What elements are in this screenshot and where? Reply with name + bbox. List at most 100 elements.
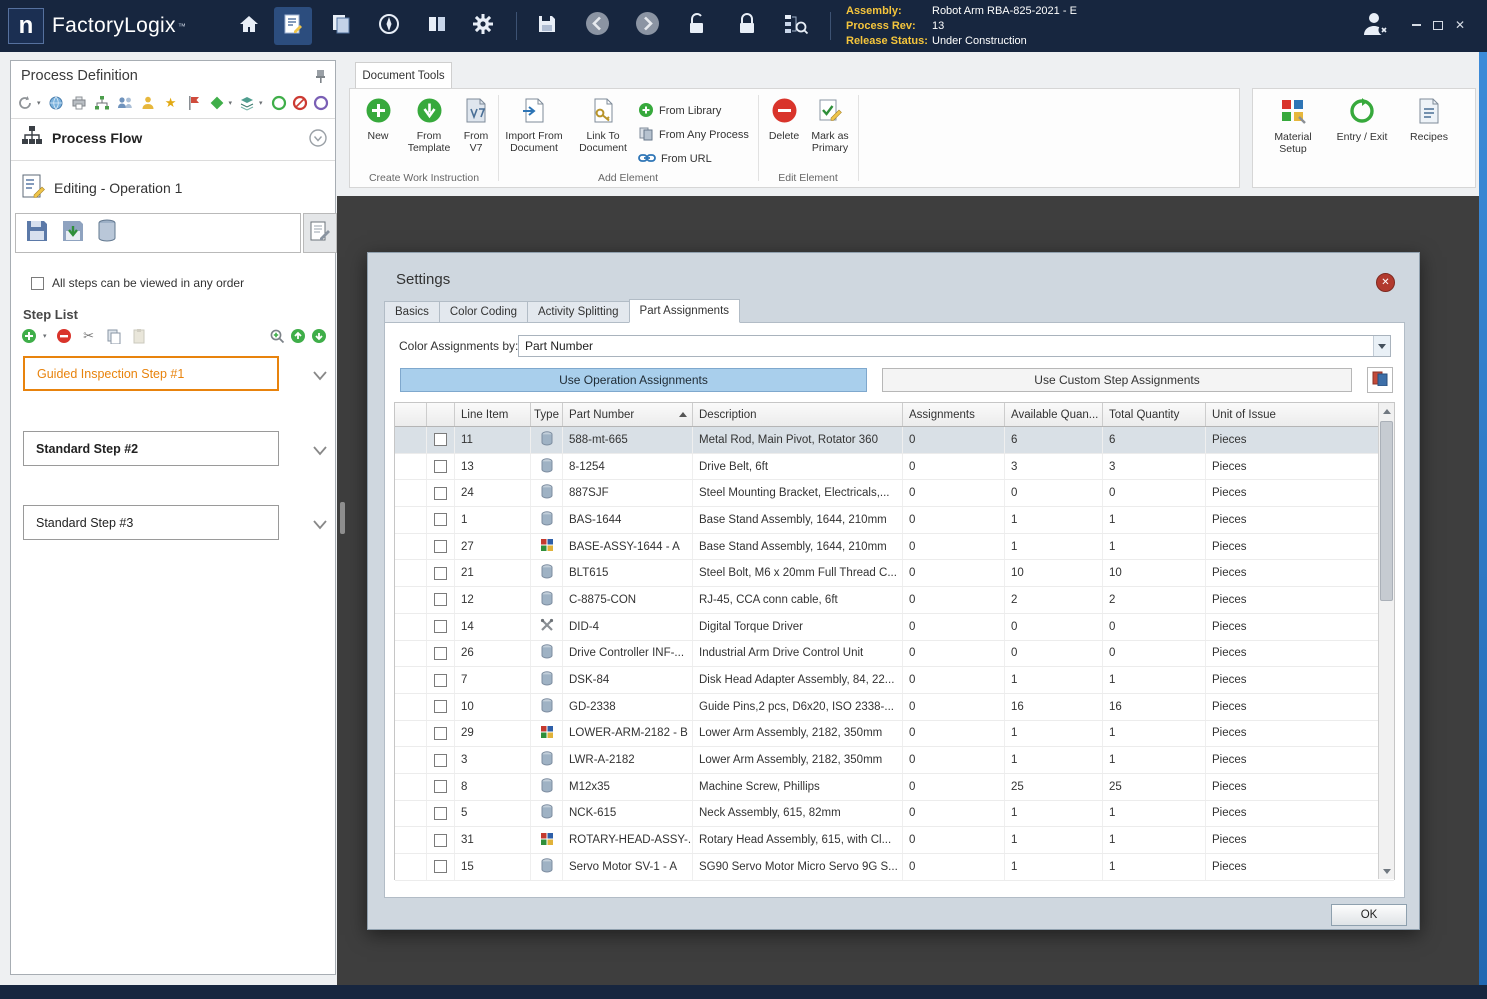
table-row[interactable]: 29 LOWER-ARM-2182 - B Lower Arm Assembly, … [395,720,1394,748]
person-icon[interactable] [140,95,156,111]
start-icon[interactable] [271,95,287,111]
remove-step-icon[interactable] [56,328,72,344]
table-row[interactable]: 21 BLT615 Steel Bolt, M6 x 20mm Full Threa… [395,560,1394,588]
link-to-document-button[interactable]: Link To Document [574,97,632,154]
step-card-standard-2[interactable]: Standard Step #2 [23,431,279,466]
table-row[interactable]: 11 588-mt-665 Metal Rod, Main Pivot, Rotat… [395,427,1394,454]
new-button[interactable]: New [358,97,398,142]
back-button[interactable] [578,7,616,45]
from-any-process-button[interactable]: From Any Process [638,125,749,145]
layers-dropdown-caret[interactable]: ▾ [259,99,263,107]
move-up-icon[interactable] [290,328,306,344]
color-assignments-dropdown[interactable]: Part Number [518,335,1391,357]
save-document-icon[interactable] [24,218,50,249]
table-row[interactable]: 8 M12x35 Machine Screw, Phillips 0 25 25 Piece… [395,773,1394,801]
flag-icon[interactable] [186,95,202,111]
step-expand-chevron-icon[interactable] [313,443,327,456]
globe-icon[interactable] [48,95,64,111]
tab-part-assignments[interactable]: Part Assignments [628,299,741,323]
table-row[interactable]: 7 DSK-84 Disk Head Adapter Assembly, 84, 2… [395,667,1394,694]
from-v7-button[interactable]: From V7 [458,97,494,154]
process-button[interactable] [322,7,360,45]
process-flow-header[interactable]: Process Flow [21,125,142,151]
row-checkbox[interactable] [434,780,447,794]
work-instructions-button[interactable] [274,7,312,45]
table-row[interactable]: 14 DID-4 Digital Torque Driver 0 0 0 Pieces [395,613,1394,641]
team-icon[interactable] [117,95,133,111]
row-checkbox[interactable] [434,806,447,820]
tab-activity-splitting[interactable]: Activity Splitting [527,301,629,323]
row-checkbox[interactable] [434,833,447,847]
tab-basics[interactable]: Basics [384,301,439,323]
cut-icon[interactable]: ✂ [81,328,97,344]
entry-exit-button[interactable]: Entry / Exit [1333,97,1391,143]
sync-dropdown-caret[interactable]: ▾ [37,99,41,107]
table-row[interactable]: 31 ROTARY-HEAD-ASSY-... Rotary Head Assemb… [395,827,1394,854]
header-available-quantity[interactable]: Available Quan... [1005,403,1103,426]
scroll-down-icon[interactable] [1379,863,1394,879]
dialog-close-button[interactable]: ✕ [1376,273,1395,292]
from-template-button[interactable]: From Template [402,97,456,154]
zoom-steps-icon[interactable] [269,328,285,344]
table-row[interactable]: 1 BAS-1644 Base Stand Assembly, 1644, 210m… [395,507,1394,534]
table-row[interactable]: 26 Drive Controller INF-... Industrial Arm… [395,640,1394,668]
header-assignments[interactable]: Assignments [903,403,1005,426]
table-row[interactable]: 10 GD-2338 Guide Pins,2 pcs, D6x20, ISO 23… [395,693,1394,721]
step-card-guided-inspection[interactable]: Guided Inspection Step #1 [23,356,279,391]
add-step-icon[interactable] [21,328,37,344]
add-step-dropdown-caret[interactable]: ▾ [43,332,47,340]
table-row[interactable]: 24 887SJF Steel Mounting Bracket, Electric… [395,480,1394,508]
edit-work-instruction-button[interactable] [303,213,337,253]
row-checkbox[interactable] [434,513,447,527]
step-card-standard-3[interactable]: Standard Step #3 [23,505,279,540]
step-expand-chevron-icon[interactable] [313,368,327,381]
navigate-button[interactable] [370,7,408,45]
from-library-button[interactable]: From Library [638,101,721,121]
delete-element-button[interactable]: Delete [764,97,804,142]
pin-icon[interactable] [314,69,327,88]
archive-icon[interactable] [96,218,118,249]
minimize-button[interactable] [1407,16,1425,34]
hierarchy-icon[interactable] [94,95,110,111]
table-row[interactable]: 3 LWR-A-2182 Lower Arm Assembly, 2182, 350… [395,747,1394,774]
stop-icon[interactable] [292,95,308,111]
record-icon[interactable] [313,95,329,111]
release-browser-button[interactable] [776,7,814,45]
home-button[interactable] [230,7,268,45]
print-icon[interactable] [71,95,87,111]
paste-icon[interactable] [131,328,147,344]
documents-button[interactable] [418,7,456,45]
row-checkbox[interactable] [434,540,447,554]
row-checkbox[interactable] [434,486,447,500]
header-description[interactable]: Description [693,403,903,426]
table-row[interactable]: 5 NCK-615 Neck Assembly, 615, 82mm 0 1 1 Piece… [395,800,1394,828]
table-row[interactable]: 12 C-8875-CON RJ-45, CCA conn cable, 6ft 0 2… [395,587,1394,614]
row-checkbox[interactable] [434,646,447,660]
use-custom-step-assignments-button[interactable]: Use Custom Step Assignments [882,368,1352,392]
use-operation-assignments-button[interactable]: Use Operation Assignments [400,368,867,392]
mark-as-primary-button[interactable]: Mark as Primary [806,97,854,154]
import-document-icon[interactable] [60,218,86,249]
row-checkbox[interactable] [434,860,447,874]
step-expand-chevron-icon[interactable] [313,517,327,530]
move-down-icon[interactable] [311,328,327,344]
assign-icon[interactable] [209,95,225,111]
row-checkbox[interactable] [434,620,447,634]
unlock-button[interactable] [678,7,716,45]
header-type[interactable]: Type [531,403,563,426]
tab-document-tools[interactable]: Document Tools [355,62,452,89]
row-checkbox[interactable] [434,460,447,474]
scroll-up-icon[interactable] [1379,403,1394,419]
assign-dropdown-caret[interactable]: ▾ [229,99,233,107]
table-scrollbar[interactable] [1378,403,1394,879]
row-checkbox[interactable] [434,700,447,714]
lock-button[interactable] [728,7,766,45]
header-total-quantity[interactable]: Total Quantity [1103,403,1206,426]
user-logout-button[interactable] [1358,10,1392,40]
row-checkbox[interactable] [434,433,447,447]
row-checkbox[interactable] [434,673,447,687]
header-checkbox[interactable] [427,403,455,426]
import-from-document-button[interactable]: Import From Document [502,97,566,154]
forward-button[interactable] [628,7,666,45]
header-part-number[interactable]: Part Number [563,403,693,426]
